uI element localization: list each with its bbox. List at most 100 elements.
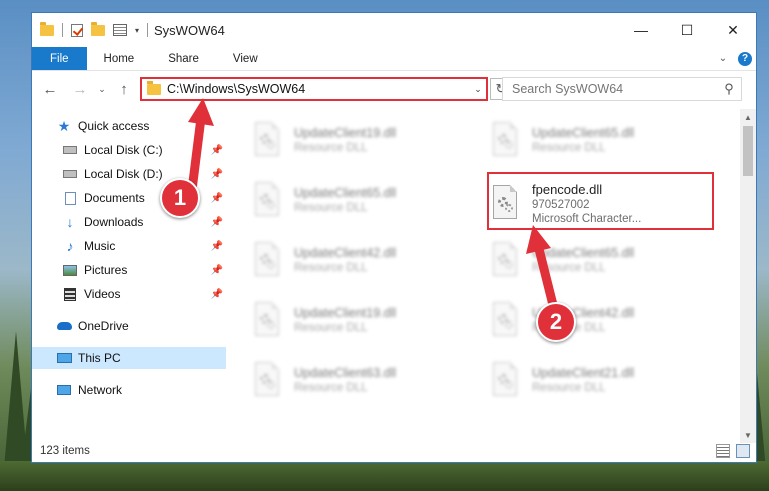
videos-icon bbox=[62, 287, 78, 301]
file-item[interactable]: UpdateClient21.dll Resource DLL bbox=[490, 355, 710, 405]
sidebar-item-label: Documents bbox=[84, 191, 145, 205]
navigation-pane: ★ Quick access Local Disk (C:) 📌 Local D… bbox=[32, 109, 226, 429]
dll-file-icon bbox=[490, 122, 520, 158]
file-description: Resource DLL bbox=[532, 142, 606, 154]
file-item[interactable]: UpdateClient19.dll Resource DLL bbox=[252, 295, 472, 345]
tab-file[interactable]: File bbox=[32, 47, 87, 70]
details-view-icon[interactable] bbox=[716, 444, 730, 458]
dll-file-icon bbox=[490, 242, 520, 278]
star-icon: ★ bbox=[57, 117, 71, 134]
sidebar-item-label: Local Disk (C:) bbox=[84, 143, 163, 157]
help-button[interactable]: ? bbox=[734, 47, 756, 70]
properties-check-icon[interactable] bbox=[71, 23, 83, 37]
sidebar-item-quick-access[interactable]: ★ Quick access bbox=[32, 115, 226, 137]
item-count: 123 items bbox=[40, 445, 90, 457]
sidebar-item-label: This PC bbox=[78, 351, 121, 365]
file-item[interactable]: UpdateClient65.dll Resource DLL bbox=[490, 115, 710, 165]
search-input[interactable] bbox=[503, 82, 717, 96]
file-item[interactable]: UpdateClient42.dllResource DLL bbox=[252, 235, 472, 285]
forward-button[interactable]: → bbox=[70, 79, 90, 99]
title-bar: ▾ SysWOW64 — ☐ ✕ bbox=[32, 13, 756, 47]
sidebar-item-network[interactable]: Network bbox=[32, 379, 226, 401]
file-name: UpdateClient65.dll bbox=[532, 246, 635, 260]
sidebar-item-label: OneDrive bbox=[78, 319, 129, 333]
dll-file-icon bbox=[252, 242, 282, 278]
pin-icon[interactable]: 📌 bbox=[211, 241, 223, 252]
up-button[interactable]: ↑ bbox=[114, 79, 134, 99]
sidebar-item-downloads[interactable]: ↓ Downloads 📌 bbox=[32, 211, 226, 233]
file-item[interactable]: UpdateClient65.dll Resource DLL bbox=[252, 175, 472, 225]
pictures-icon bbox=[62, 263, 78, 277]
scroll-up-arrow-icon[interactable]: ▲ bbox=[740, 109, 756, 125]
documents-icon bbox=[62, 191, 78, 205]
help-icon: ? bbox=[738, 51, 752, 66]
file-name: UpdateClient65.dll bbox=[532, 126, 635, 140]
sidebar-item-videos[interactable]: Videos 📌 bbox=[32, 283, 226, 305]
pin-icon[interactable]: 📌 bbox=[211, 169, 223, 180]
new-folder-icon[interactable] bbox=[91, 21, 105, 36]
pin-icon[interactable]: 📌 bbox=[211, 265, 223, 276]
sidebar-item-label: Pictures bbox=[84, 263, 128, 277]
dll-file-icon bbox=[490, 362, 520, 398]
pin-icon[interactable]: 📌 bbox=[211, 217, 223, 228]
sidebar-item-local-disk-c[interactable]: Local Disk (C:) 📌 bbox=[32, 139, 226, 161]
file-description: Resource DLL bbox=[532, 382, 606, 394]
file-description: Resource DLL bbox=[294, 202, 368, 214]
computer-icon bbox=[56, 351, 72, 365]
sidebar-item-music[interactable]: ♪ Music 📌 bbox=[32, 235, 226, 257]
ribbon-tabs: File Home Share View ⌄ ? bbox=[32, 47, 756, 71]
file-item[interactable]: UpdateClient65.dll Resource DLL bbox=[490, 235, 710, 285]
scrollbar-thumb[interactable] bbox=[743, 126, 753, 176]
maximize-button[interactable]: ☐ bbox=[664, 13, 710, 47]
search-box[interactable]: ⚲ bbox=[502, 77, 742, 101]
sidebar-item-this-pc[interactable]: This PC bbox=[32, 347, 226, 369]
expand-ribbon-chevron-icon[interactable]: ⌄ bbox=[712, 47, 734, 70]
file-item[interactable]: UpdateClient19.dll Resource DLL bbox=[252, 115, 472, 165]
file-item[interactable]: UpdateClient42.dllResource DLL bbox=[490, 295, 710, 345]
close-button[interactable]: ✕ bbox=[710, 13, 756, 47]
callout-badge-2: 2 bbox=[536, 302, 576, 342]
vertical-scrollbar[interactable]: ▲ ▼ bbox=[740, 109, 756, 443]
minimize-button[interactable]: — bbox=[618, 13, 664, 47]
properties-icon[interactable] bbox=[113, 24, 127, 36]
sidebar-item-local-disk-d[interactable]: Local Disk (D:) 📌 bbox=[32, 163, 226, 185]
back-button[interactable]: ← bbox=[40, 79, 60, 99]
file-list: UpdateClient19.dll Resource DLL UpdateCli… bbox=[228, 109, 742, 429]
pin-icon[interactable]: 📌 bbox=[211, 289, 223, 300]
sidebar-item-pictures[interactable]: Pictures 📌 bbox=[32, 259, 226, 281]
status-bar: 123 items bbox=[32, 440, 756, 462]
file-item[interactable]: UpdateClient63.dll Resource DLL bbox=[252, 355, 472, 405]
network-icon bbox=[56, 383, 72, 397]
pin-icon[interactable]: 📌 bbox=[211, 193, 223, 204]
tiles-view-icon[interactable] bbox=[736, 444, 750, 458]
callout-badge-1: 1 bbox=[160, 178, 200, 218]
drive-icon bbox=[62, 167, 78, 181]
file-name: UpdateClient63.dll bbox=[294, 366, 397, 380]
customize-toolbar-chevron-icon[interactable]: ▾ bbox=[135, 26, 139, 35]
quick-access-toolbar: ▾ bbox=[40, 13, 149, 47]
dll-file-icon bbox=[252, 122, 282, 158]
file-name: UpdateClient21.dll bbox=[532, 366, 635, 380]
sidebar-item-onedrive[interactable]: OneDrive bbox=[32, 315, 226, 337]
navigation-bar: ← → ⌄ ↑ C:\Windows\SysWOW64 ⌄ ↻ ⚲ bbox=[32, 73, 756, 105]
file-description: Resource DLL bbox=[294, 262, 368, 274]
address-path[interactable]: C:\Windows\SysWOW64 bbox=[167, 82, 470, 96]
address-bar[interactable]: C:\Windows\SysWOW64 ⌄ bbox=[140, 77, 488, 101]
sidebar-item-label: Local Disk (D:) bbox=[84, 167, 163, 181]
address-dropdown-chevron-icon[interactable]: ⌄ bbox=[470, 84, 486, 95]
tab-home[interactable]: Home bbox=[87, 47, 152, 70]
fpencode-highlight-box bbox=[487, 172, 714, 230]
tab-view[interactable]: View bbox=[216, 47, 275, 70]
recent-locations-chevron-icon[interactable]: ⌄ bbox=[92, 79, 112, 99]
music-icon: ♪ bbox=[66, 238, 74, 254]
toolbar-divider bbox=[147, 23, 149, 37]
window-controls: — ☐ ✕ bbox=[618, 13, 756, 47]
cloud-icon bbox=[56, 319, 72, 333]
pin-icon[interactable]: 📌 bbox=[211, 145, 223, 156]
file-name: UpdateClient19.dll bbox=[294, 126, 397, 140]
folder-icon bbox=[40, 21, 54, 36]
dll-file-icon bbox=[252, 302, 282, 338]
tab-share[interactable]: Share bbox=[151, 47, 216, 70]
folder-icon bbox=[147, 80, 161, 95]
explorer-window: ▾ SysWOW64 — ☐ ✕ File Home Share View ⌄ … bbox=[31, 12, 757, 463]
